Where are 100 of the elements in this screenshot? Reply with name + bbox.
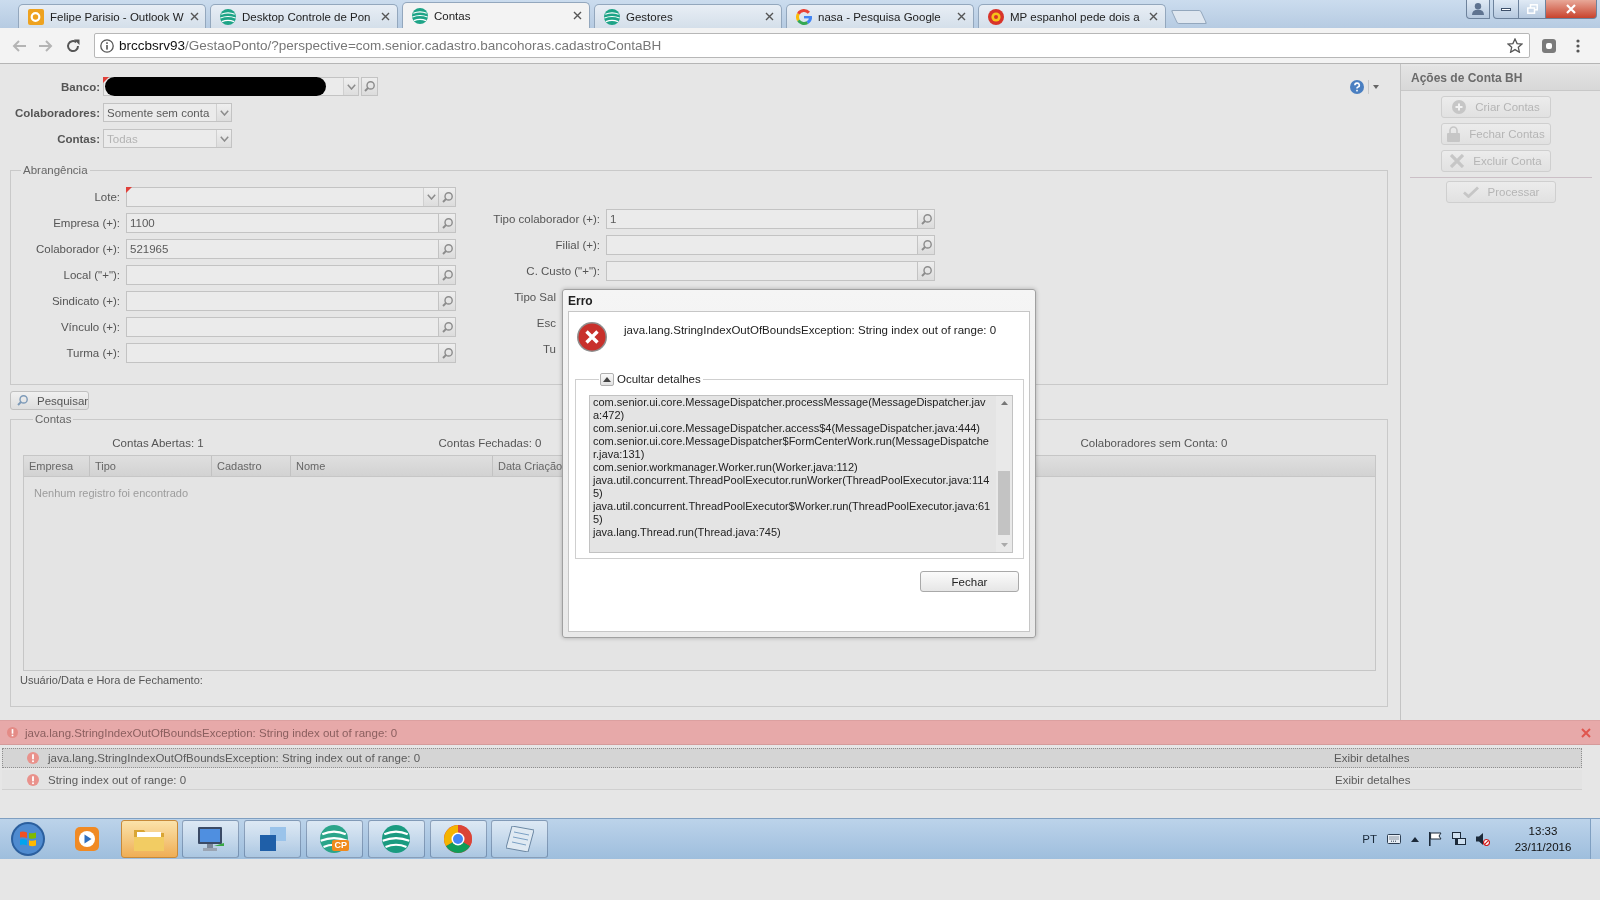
input-field[interactable] [126,317,439,337]
network-icon[interactable] [1452,832,1466,846]
address-field[interactable]: brccbsrv93/GestaoPonto/?perspective=com.senior.cadastro.bancohoras.cadastroContaBH [94,33,1530,58]
input-field[interactable]: 521965 [126,239,439,259]
input-field[interactable] [126,343,439,363]
search-button[interactable]: Pesquisar [10,391,89,410]
monitor-icon [196,826,225,852]
language-indicator[interactable]: PT [1362,833,1377,845]
taskbar-button[interactable] [367,820,425,858]
user-button[interactable] [1466,0,1490,19]
search-button[interactable] [439,187,456,207]
error-message: String index out of range: 0 [48,773,187,786]
scrollbar-thumb[interactable] [998,471,1010,535]
minimize-button[interactable] [1493,0,1519,19]
close-icon[interactable] [573,11,582,20]
app-tag: CP [332,840,349,851]
search-button[interactable] [439,291,456,311]
input-field[interactable] [606,235,918,255]
search-button[interactable] [439,317,456,337]
caret-up-icon[interactable] [1411,836,1419,842]
triangle-up-icon[interactable] [1000,401,1008,405]
column-header[interactable]: Tipo [90,456,212,476]
input-field[interactable]: 1100 [126,213,439,233]
error-icon [577,322,607,352]
search-button[interactable] [918,209,935,229]
dropdown-button[interactable] [343,78,358,95]
toggle-button[interactable] [600,372,614,386]
search-button[interactable] [439,239,456,259]
browser-tab[interactable]: Contas [402,2,590,28]
caret-icon[interactable] [1373,84,1379,89]
taskbar-button[interactable] [429,820,487,858]
input-field[interactable]: 1 [606,209,918,229]
details-link[interactable]: Exibir detalhes [1335,773,1582,786]
tiles-icon [259,827,286,851]
input-field[interactable] [606,261,918,281]
column-header[interactable]: Nome [291,456,493,476]
browser-tab[interactable]: Gestores [594,4,782,28]
caret-icon [346,83,356,90]
new-tab-button[interactable] [1170,10,1208,24]
keyboard-icon[interactable] [1387,834,1401,844]
details-link[interactable]: Exibir detalhes [1334,752,1581,764]
clock-date[interactable]: 23/11/2016 [1514,839,1572,855]
menu-icon[interactable] [1576,38,1580,53]
field-label: Colaborador (+): [34,243,120,255]
error-message: java.lang.StringIndexOutOfBoundsException: String index out of range: 0 [624,324,997,336]
close-icon[interactable] [189,12,199,21]
taskbar-button[interactable] [244,820,302,858]
striped-globe-icon [220,8,236,25]
browser-tab[interactable]: Desktop Controle de Pon [210,4,398,28]
input-field[interactable] [126,291,439,311]
empty-message: Nenhum registro foi encontrado [34,487,189,499]
close-icon[interactable] [765,12,774,21]
info-icon[interactable] [100,38,114,53]
striped-globe-icon [382,825,411,853]
combo-box[interactable]: Somente sem conta [103,103,232,122]
search-button[interactable] [439,213,456,233]
browser-tab[interactable]: nasa - Pesquisa Google [786,4,974,28]
triangle-down-icon[interactable] [1000,543,1008,547]
taskbar-button[interactable] [182,820,240,858]
browser-tab[interactable]: Felipe Parisio - Outlook W [18,4,206,28]
column-header[interactable]: Empresa [24,456,90,476]
forward-arrow-icon[interactable] [38,39,53,52]
search-icon [441,269,453,281]
field-label: Local ("+"): [62,269,120,281]
help-icon[interactable] [1350,79,1364,94]
input-field[interactable] [126,265,439,285]
scrollbar[interactable] [996,396,1012,552]
back-arrow-icon[interactable] [11,39,26,52]
reload-icon[interactable] [65,38,80,53]
summary-count: Contas Abertas: 1 [112,437,204,449]
column-header[interactable]: Data Criação [493,456,563,476]
show-desktop-button[interactable] [1590,819,1600,859]
star-icon[interactable] [1507,38,1523,53]
search-button[interactable] [918,235,935,255]
column-header[interactable]: Cadastro [212,456,291,476]
search-button[interactable] [439,265,456,285]
stack-trace-line: com.senior.ui.core.MessageDispatcher.access$4(MessageDispatcher.java:444) [593,422,982,435]
field-label: Turma (+): [65,347,120,359]
exclamation-icon [7,727,18,738]
search-button[interactable] [918,261,935,281]
close-icon[interactable] [1149,12,1158,21]
close-icon[interactable] [381,12,390,21]
dropdown-button[interactable] [423,188,438,206]
close-button[interactable] [1546,0,1597,19]
clock-time[interactable]: 13:33 [1528,823,1558,839]
error-row[interactable]: java.lang.StringIndexOutOfBoundsException: String index out of range: 0 Exibir detalhes [2,748,1582,768]
panel-title: Ações de Conta BH [1401,66,1600,91]
close-button[interactable]: Fechar [920,571,1019,592]
browser-tab[interactable]: MP espanhol pede dois a [978,4,1166,28]
restore-button[interactable] [1519,0,1546,19]
field-label: C. Custo ("+"): [525,265,600,277]
details-text-area[interactable] [589,395,1013,553]
flag-icon[interactable] [1429,832,1442,846]
rounded-square-icon[interactable] [1542,38,1556,53]
dropdown-button[interactable] [216,104,231,121]
close-icon[interactable] [957,12,966,21]
search-icon [441,321,453,333]
search-button[interactable] [361,77,378,96]
speaker-muted-icon[interactable] [1476,832,1490,846]
search-button[interactable] [439,343,456,363]
